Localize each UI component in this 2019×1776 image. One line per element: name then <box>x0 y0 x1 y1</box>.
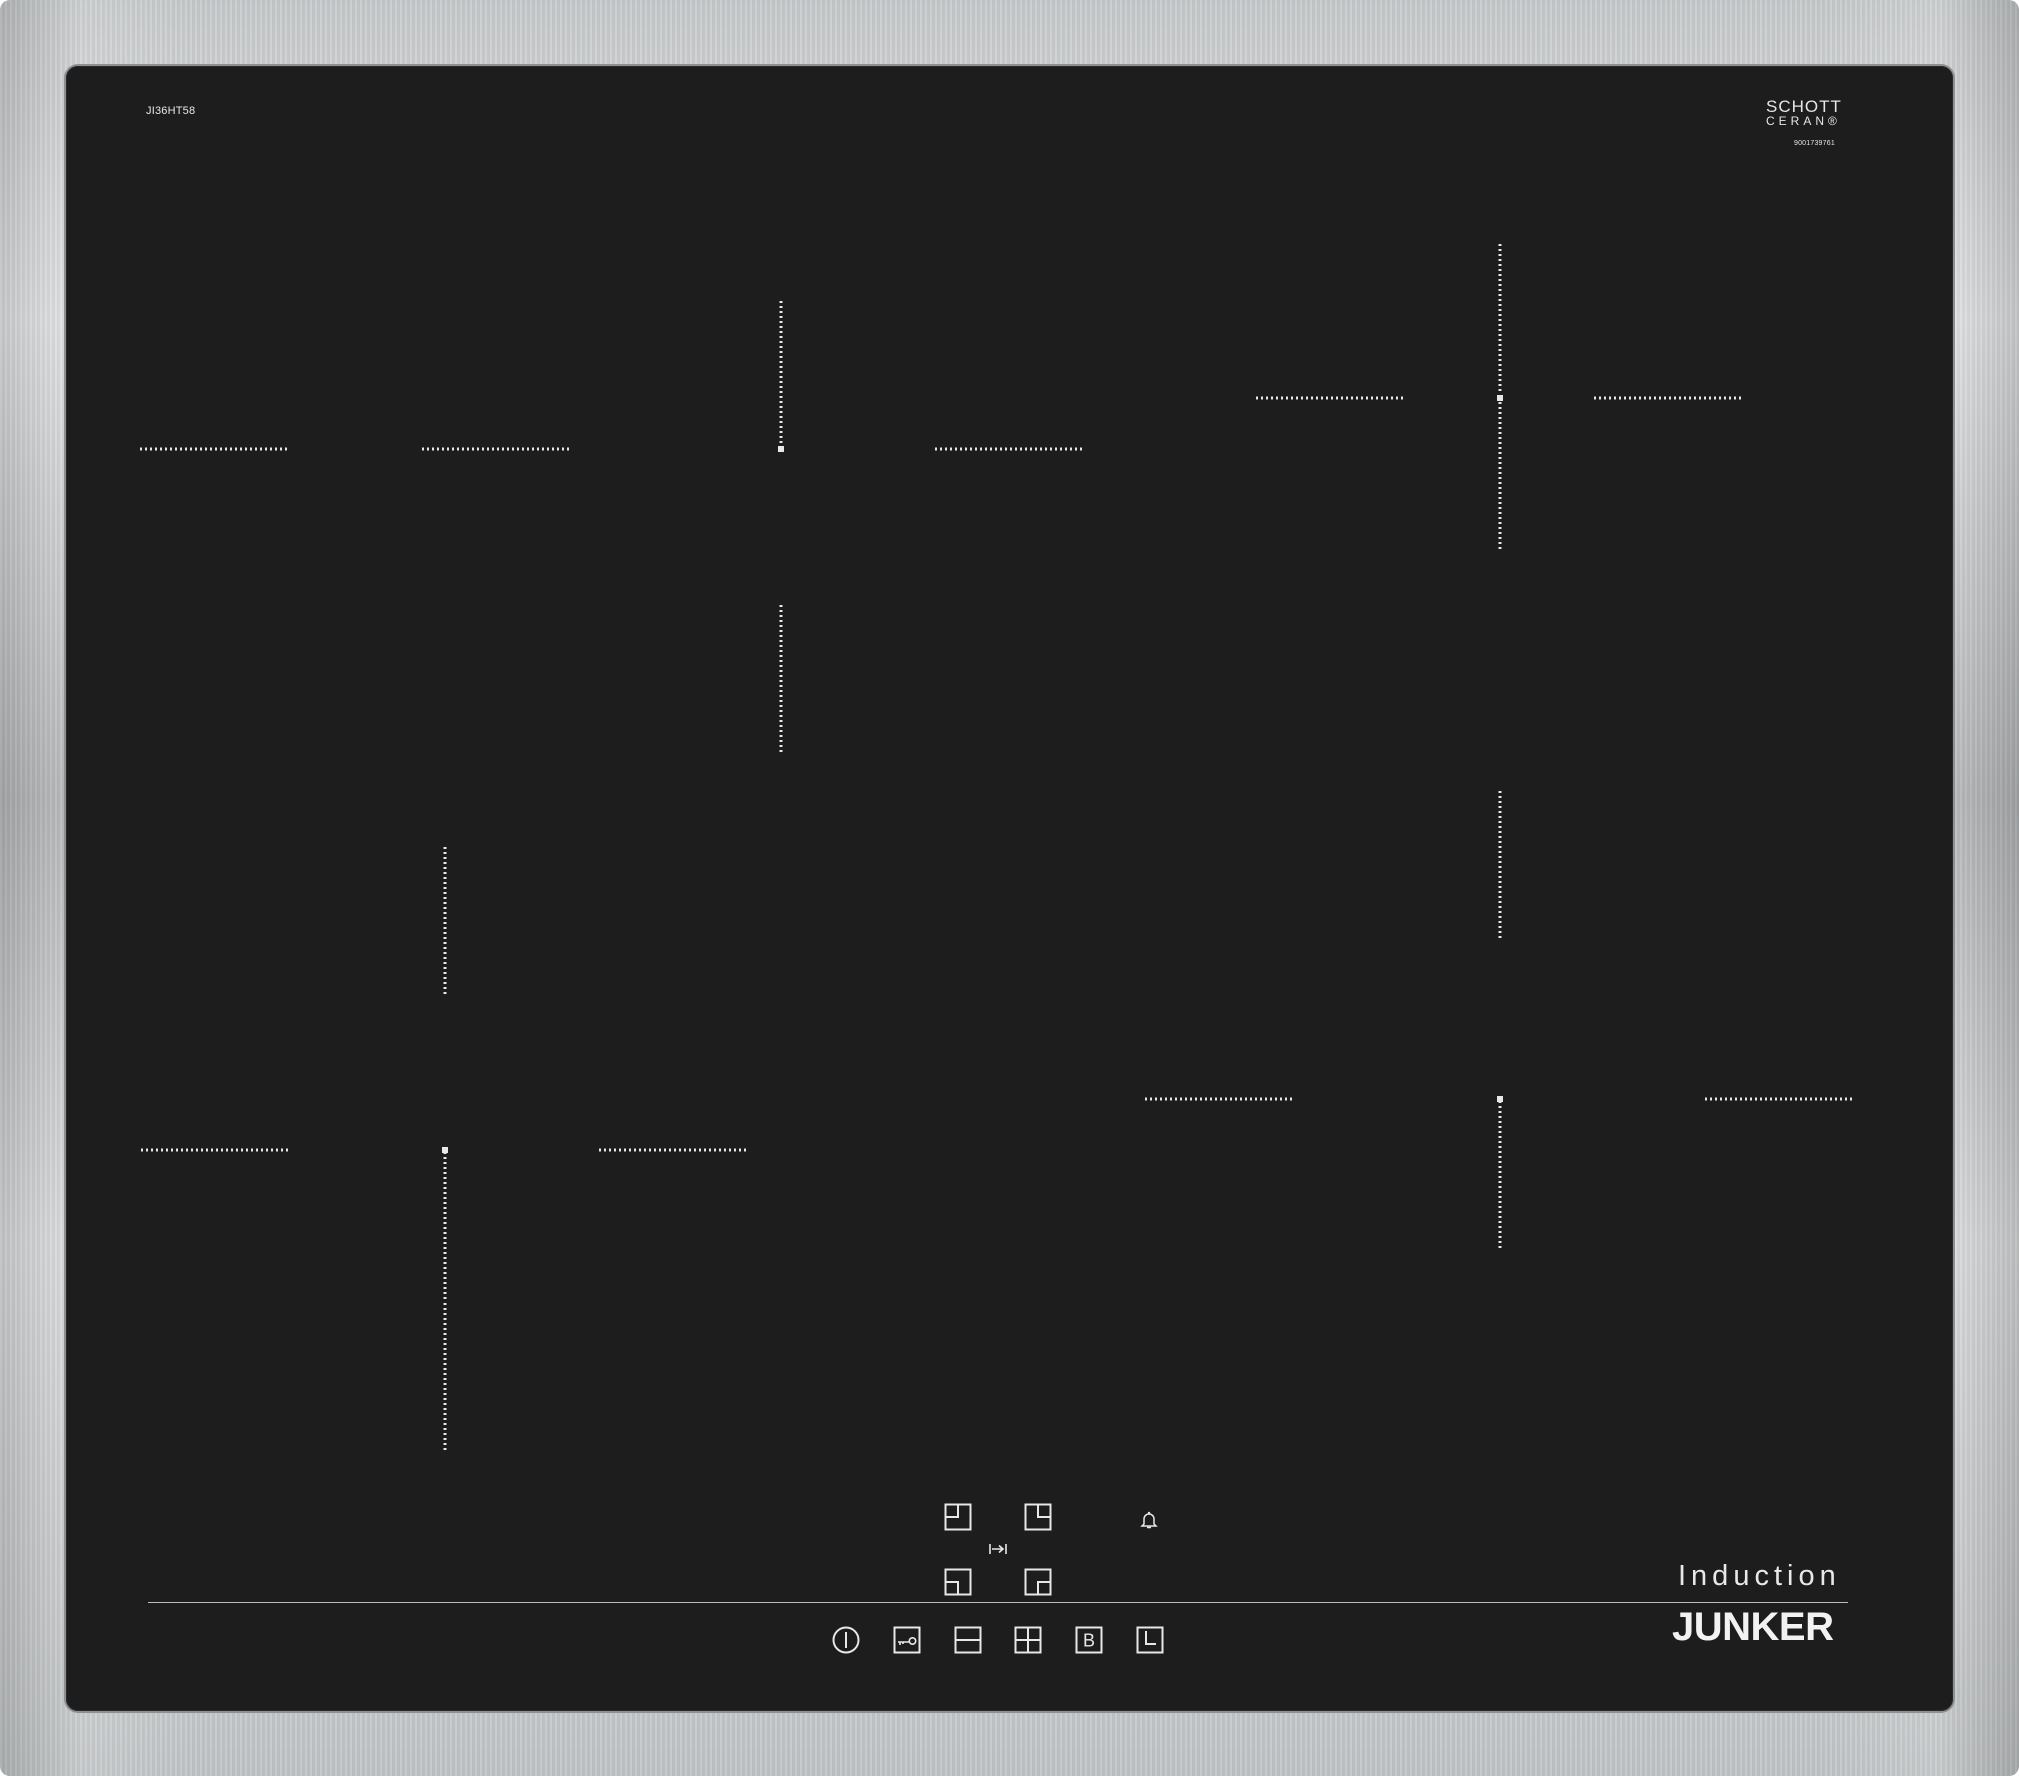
zone-front-right-center-dot <box>1497 1096 1503 1102</box>
power-icon[interactable] <box>832 1626 860 1654</box>
brand-logo: JUNKER <box>1672 1605 1834 1649</box>
zone-front-left-icon[interactable] <box>944 1568 972 1596</box>
zone-rear-right-icon[interactable] <box>1024 1503 1052 1531</box>
boost-letter: B <box>1083 1631 1095 1651</box>
zone-front-left-center-dot <box>442 1147 448 1153</box>
control-divider-line <box>148 1602 1848 1603</box>
induction-label: Induction <box>1678 1560 1841 1592</box>
zone-front-right-icon[interactable] <box>1024 1568 1052 1596</box>
minus-icon[interactable] <box>954 1626 982 1654</box>
cooking-zone-markings <box>140 244 1855 1453</box>
zone-rear-right-center-dot <box>1497 395 1503 401</box>
transfer-icon[interactable] <box>988 1542 1008 1556</box>
timer-icon[interactable] <box>1136 1626 1164 1654</box>
boost-icon[interactable]: B <box>1075 1626 1103 1654</box>
bell-icon[interactable] <box>1140 1510 1158 1530</box>
child-lock-icon[interactable] <box>893 1626 921 1654</box>
zone-rear-left-icon[interactable] <box>944 1503 972 1531</box>
plus-icon[interactable] <box>1014 1626 1042 1654</box>
zone-rear-left-center-dot <box>778 446 784 452</box>
